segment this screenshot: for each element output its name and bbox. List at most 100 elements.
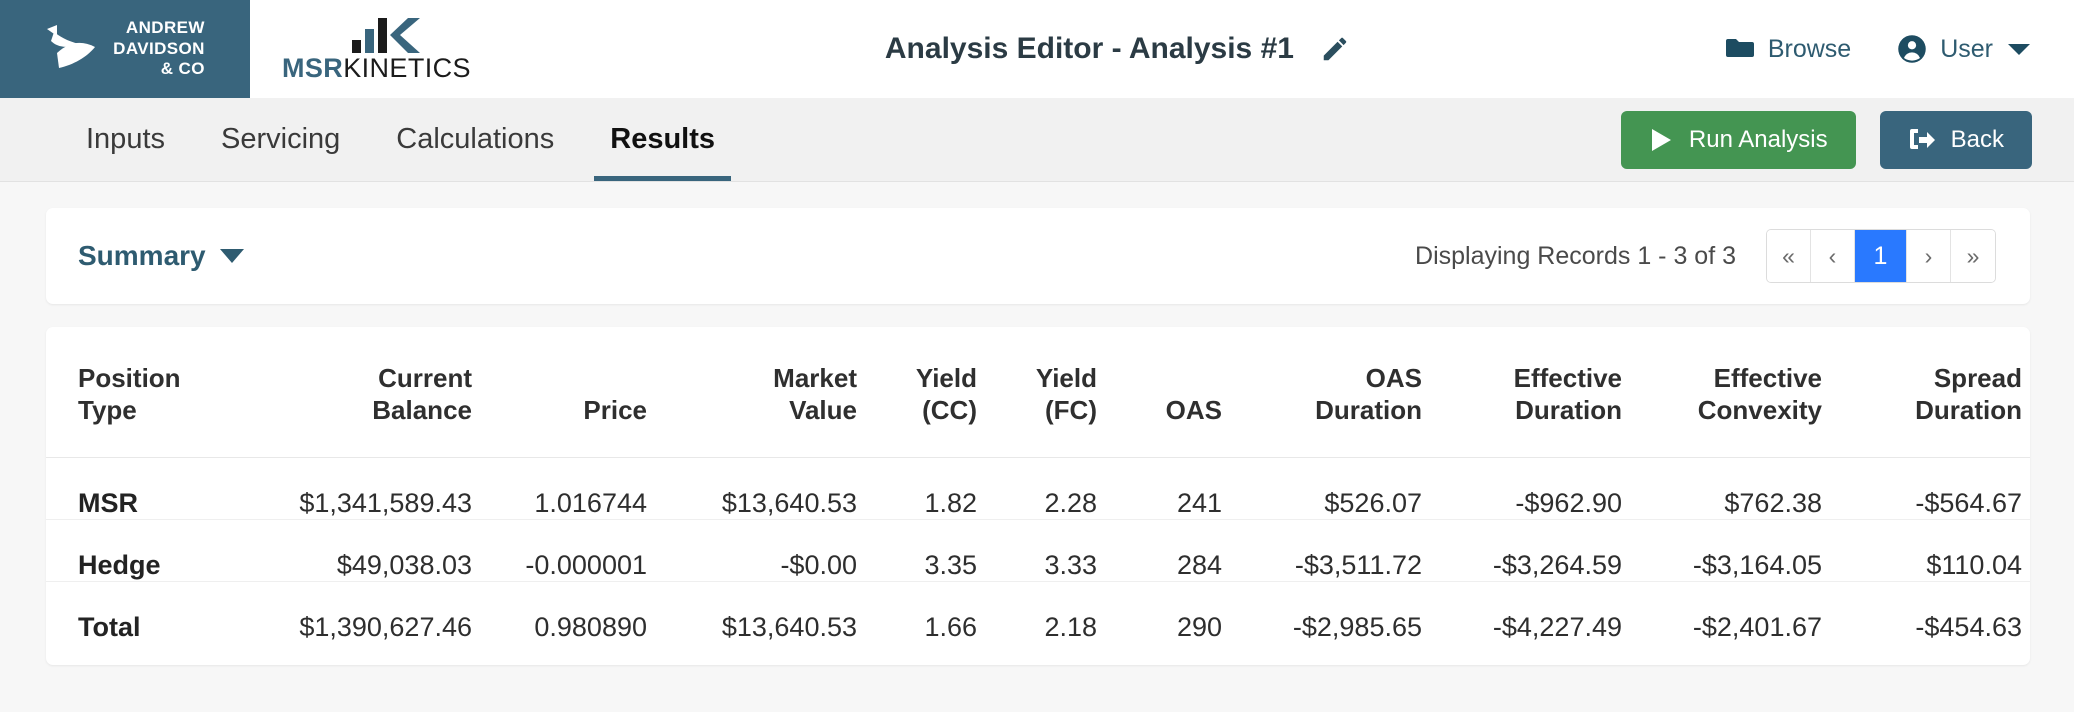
page-title: Analysis Editor - Analysis #1 <box>884 32 1294 65</box>
pagination-first[interactable]: « <box>1767 230 1811 282</box>
cell-effective-duration: -$962.90 <box>1436 456 1636 519</box>
results-table-card: Position Type Current Balance Price Mark… <box>46 327 2030 665</box>
cell-effective-duration: -$4,227.49 <box>1436 580 1636 643</box>
pagination-last[interactable]: » <box>1951 230 1995 282</box>
user-label: User <box>1940 34 1993 63</box>
col-header-spread-duration[interactable]: Spread Duration <box>1836 327 2030 457</box>
run-analysis-button[interactable]: Run Analysis <box>1620 110 1856 169</box>
cell-market-value: -$0.00 <box>661 518 871 581</box>
tab-inputs[interactable]: Inputs <box>58 98 193 181</box>
browse-label: Browse <box>1767 34 1852 63</box>
table-row[interactable]: MSR $1,341,589.43 1.016744 $13,640.53 1.… <box>46 456 2030 519</box>
tab-servicing[interactable]: Servicing <box>193 98 368 181</box>
page-title-zone: Analysis Editor - Analysis #1 <box>510 0 1725 98</box>
back-button[interactable]: Back <box>1879 110 2032 169</box>
main-navigation: Inputs Servicing Calculations Results Ru… <box>0 98 2074 182</box>
cell-spread-duration: -$564.67 <box>1836 456 2030 519</box>
tab-list: Inputs Servicing Calculations Results <box>58 98 743 181</box>
col-header-oas[interactable]: OAS <box>1111 327 1236 457</box>
col-header-oas-duration[interactable]: OAS Duration <box>1236 327 1436 457</box>
col-header-current-balance[interactable]: Current Balance <box>256 327 486 457</box>
tab-calculations[interactable]: Calculations <box>368 98 582 181</box>
table-row[interactable]: Total $1,390,627.46 0.980890 $13,640.53 … <box>46 580 2030 643</box>
chevron-down-icon <box>2008 44 2030 55</box>
cell-market-value: $13,640.53 <box>661 580 871 643</box>
cell-oas: 284 <box>1111 518 1236 581</box>
product-logo[interactable]: MSRKINETICS <box>250 0 510 98</box>
cell-yield-cc: 1.66 <box>871 580 991 643</box>
company-logo-text: ANDREW DAVIDSON & CO <box>113 18 205 80</box>
run-analysis-label: Run Analysis <box>1688 125 1828 153</box>
browse-button[interactable]: Browse <box>1725 35 1851 64</box>
table-header-row: Position Type Current Balance Price Mark… <box>46 327 2030 457</box>
user-menu[interactable]: User <box>1897 34 2032 64</box>
cell-position-type: MSR <box>46 456 256 519</box>
cell-market-value: $13,640.53 <box>661 456 871 519</box>
cell-current-balance: $1,341,589.43 <box>256 456 486 519</box>
cell-oas-duration: -$2,985.65 <box>1236 580 1436 643</box>
pagination-prev[interactable]: ‹ <box>1811 230 1855 282</box>
cell-price: 1.016744 <box>486 456 661 519</box>
col-header-market-value[interactable]: Market Value <box>661 327 871 457</box>
cell-effective-convexity: -$2,401.67 <box>1636 580 1836 643</box>
header-actions: Browse User <box>1725 0 2074 98</box>
results-table-body: MSR $1,341,589.43 1.016744 $13,640.53 1.… <box>46 456 2030 643</box>
record-count-label: Displaying Records 1 - 3 of 3 <box>1415 241 1736 270</box>
results-toolbar-card: Summary Displaying Records 1 - 3 of 3 « … <box>46 208 2030 304</box>
msr-kinetics-bars-icon <box>352 18 420 53</box>
brand-line-1: ANDREW <box>125 17 205 37</box>
results-table: Position Type Current Balance Price Mark… <box>46 327 2030 643</box>
caret-down-icon <box>219 249 244 263</box>
nav-action-buttons: Run Analysis Back <box>1620 110 2074 169</box>
cell-position-type: Hedge <box>46 518 256 581</box>
pencil-icon[interactable] <box>1320 34 1350 64</box>
cell-current-balance: $49,038.03 <box>256 518 486 581</box>
exit-icon <box>1909 128 1935 149</box>
product-name-prefix: MSR <box>282 53 344 83</box>
app-header: ANDREW DAVIDSON & CO MSRKINETICS Analysi… <box>0 0 2074 98</box>
cell-position-type: Total <box>46 580 256 643</box>
col-header-effective-convexity[interactable]: Effective Convexity <box>1636 327 1836 457</box>
folder-icon <box>1725 39 1754 57</box>
pagination-next[interactable]: › <box>1907 230 1951 282</box>
cell-yield-fc: 3.33 <box>991 518 1111 581</box>
play-icon <box>1651 128 1671 151</box>
tab-results-label: Results <box>610 123 716 155</box>
cell-yield-fc: 2.18 <box>991 580 1111 643</box>
cell-oas-duration: -$3,511.72 <box>1236 518 1436 581</box>
col-header-yield-fc[interactable]: Yield (FC) <box>991 327 1111 457</box>
tab-inputs-label: Inputs <box>86 123 165 155</box>
pagination: « ‹ 1 › » <box>1766 229 1996 283</box>
cell-oas: 241 <box>1111 456 1236 519</box>
cell-spread-duration: -$454.63 <box>1836 580 2030 643</box>
view-selector[interactable]: Summary <box>78 240 244 272</box>
results-table-head: Position Type Current Balance Price Mark… <box>46 327 2030 457</box>
tab-results[interactable]: Results <box>582 98 743 181</box>
pagination-zone: Displaying Records 1 - 3 of 3 « ‹ 1 › » <box>1415 229 1996 283</box>
product-logo-text: MSRKINETICS <box>282 55 510 82</box>
cell-current-balance: $1,390,627.46 <box>256 580 486 643</box>
table-row[interactable]: Hedge $49,038.03 -0.000001 -$0.00 3.35 3… <box>46 518 2030 581</box>
pagination-page-1[interactable]: 1 <box>1855 230 1907 282</box>
cell-price: 0.980890 <box>486 580 661 643</box>
col-header-position-type[interactable]: Position Type <box>46 327 256 457</box>
product-name-suffix: KINETICS <box>343 53 471 83</box>
col-header-price[interactable]: Price <box>486 327 661 457</box>
col-header-yield-cc[interactable]: Yield (CC) <box>871 327 991 457</box>
company-logo[interactable]: ANDREW DAVIDSON & CO <box>0 0 250 98</box>
tab-servicing-label: Servicing <box>221 123 341 155</box>
cell-price: -0.000001 <box>486 518 661 581</box>
col-header-effective-duration[interactable]: Effective Duration <box>1436 327 1636 457</box>
cell-spread-duration: $110.04 <box>1836 518 2030 581</box>
cell-oas: 290 <box>1111 580 1236 643</box>
cell-effective-duration: -$3,264.59 <box>1436 518 1636 581</box>
cell-yield-cc: 3.35 <box>871 518 991 581</box>
account-circle-icon <box>1898 35 1926 63</box>
cell-oas-duration: $526.07 <box>1236 456 1436 519</box>
cell-yield-cc: 1.82 <box>871 456 991 519</box>
back-label: Back <box>1950 125 2004 153</box>
view-selector-label: Summary <box>78 240 206 271</box>
brand-line-3: & CO <box>160 59 205 79</box>
cell-effective-convexity: -$3,164.05 <box>1636 518 1836 581</box>
cell-yield-fc: 2.28 <box>991 456 1111 519</box>
